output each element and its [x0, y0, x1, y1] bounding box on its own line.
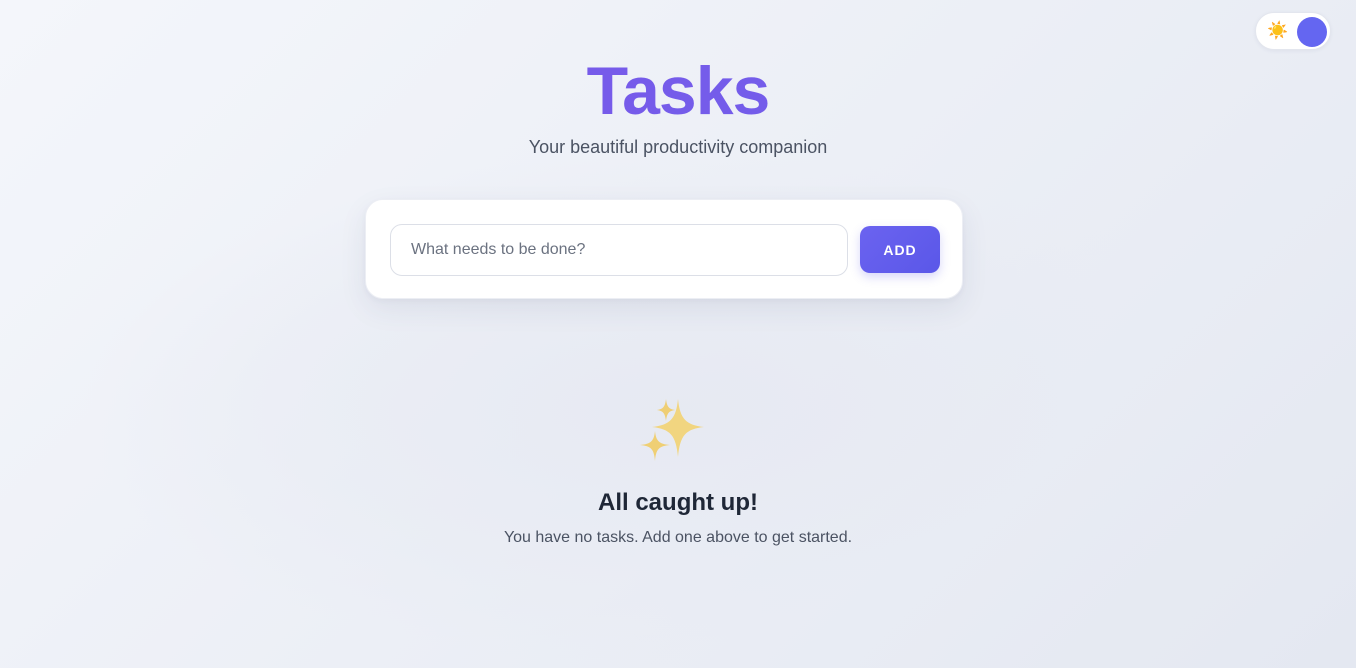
add-button[interactable]: ADD [860, 226, 940, 273]
sun-icon: ☀️ [1267, 21, 1289, 40]
task-input[interactable] [390, 224, 848, 276]
empty-state-title: All caught up! [598, 489, 758, 516]
page-subtitle: Your beautiful productivity companion [528, 137, 828, 157]
toggle-knob [1297, 17, 1327, 47]
sparkles-icon [640, 399, 704, 461]
page-title: Tasks [0, 52, 1356, 130]
empty-state: All caught up! You have no tasks. Add on… [0, 393, 1356, 549]
theme-toggle[interactable]: ☀️ [1255, 12, 1331, 50]
empty-state-description: You have no tasks. Add one above to get … [503, 529, 853, 546]
add-task-card: ADD [365, 199, 963, 299]
header: Tasks Your beautiful productivity compan… [0, 52, 1356, 159]
